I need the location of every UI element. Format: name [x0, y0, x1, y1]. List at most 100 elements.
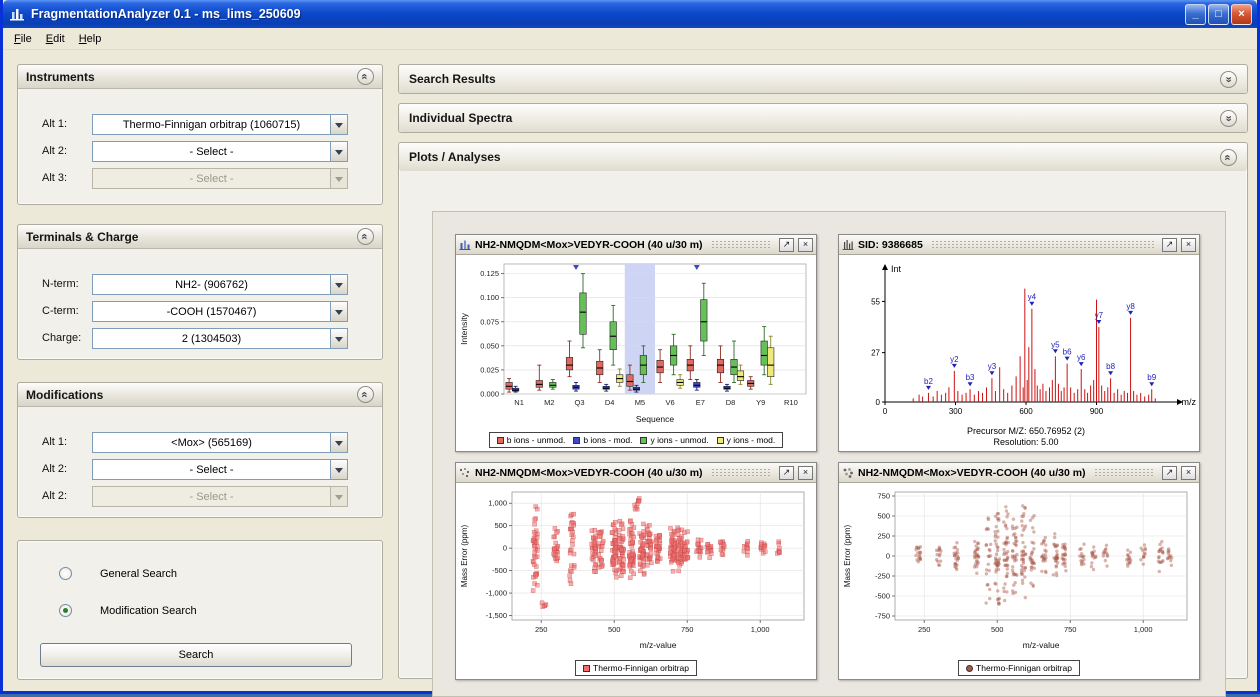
charge-combo[interactable]: 2 (1304503)	[92, 328, 348, 349]
combo-value: Thermo-Finnigan orbitrap (1060715)	[93, 119, 330, 131]
instrument-alt2-combo[interactable]: - Select -	[92, 141, 348, 162]
plots-analyses-header[interactable]: Plots / Analyses »	[399, 143, 1247, 171]
close-button[interactable]: ×	[1231, 4, 1252, 25]
expand-chevron-button[interactable]: »	[1220, 71, 1237, 88]
combo-value: <Mox> (565169)	[93, 437, 330, 449]
form-row: Alt 1: <Mox> (565169)	[18, 432, 382, 453]
boxplot-frame: NH2-NMQDM<Mox>VEDYR-COOH (40 u/30 m) ↗ ×…	[455, 234, 817, 452]
titlebar[interactable]: FragmentationAnalyzer 0.1 - ms_lims_2506…	[3, 0, 1257, 28]
modification-search-option[interactable]: Modification Search	[59, 604, 197, 617]
svg-text:b8: b8	[1106, 362, 1115, 371]
modification-alt1-combo[interactable]: <Mox> (565169)	[92, 432, 348, 453]
frame-body: Intm/z027550300600900b2y2b3y3y4y5b6y6y7b…	[839, 255, 1199, 451]
svg-text:Mass Error (ppm): Mass Error (ppm)	[843, 525, 852, 588]
close-frame-button[interactable]: ×	[798, 238, 813, 252]
combo-arrow-icon[interactable]	[330, 460, 347, 479]
combo-arrow-icon[interactable]	[330, 115, 347, 134]
combo-arrow-icon[interactable]	[330, 329, 347, 348]
panel-title: Individual Spectra	[409, 111, 512, 125]
frame-titlebar[interactable]: NH2-NMQDM<Mox>VEDYR-COOH (40 u/30 m) ↗ ×	[456, 463, 816, 483]
menu-file[interactable]: File	[7, 30, 39, 48]
frame-titlebar[interactable]: NH2-NMQDM<Mox>VEDYR-COOH (40 u/30 m) ↗ ×	[456, 235, 816, 255]
field-label: N-term:	[42, 278, 79, 290]
drag-grip[interactable]	[931, 240, 1154, 249]
field-label: C-term:	[42, 305, 79, 317]
modification-alt2-combo[interactable]: - Select -	[92, 459, 348, 480]
general-search-option[interactable]: General Search	[59, 567, 177, 580]
terminals-header: Terminals & Charge »	[18, 225, 382, 249]
collapse-chevron-button[interactable]: »	[357, 68, 374, 85]
collapse-chevron-button[interactable]: »	[357, 228, 374, 245]
svg-text:250: 250	[918, 625, 931, 634]
combo-arrow-icon[interactable]	[330, 275, 347, 294]
svg-text:750: 750	[1064, 625, 1077, 634]
chevron-down-icon: »	[1223, 76, 1234, 82]
individual-spectra-panel: Individual Spectra »	[398, 103, 1248, 133]
form-row: N-term: NH2- (906762)	[18, 274, 382, 295]
svg-text:0.025: 0.025	[480, 365, 499, 374]
svg-text:m/z-value: m/z-value	[1023, 640, 1060, 650]
close-frame-button[interactable]: ×	[1181, 238, 1196, 252]
expand-chevron-button[interactable]: »	[1220, 110, 1237, 127]
detach-frame-button[interactable]: ↗	[779, 466, 794, 480]
svg-text:b6: b6	[1063, 348, 1072, 357]
close-frame-button[interactable]: ×	[798, 466, 813, 480]
nterm-combo[interactable]: NH2- (906762)	[92, 274, 348, 295]
svg-text:D4: D4	[605, 398, 615, 407]
svg-text:-1,000: -1,000	[486, 589, 507, 598]
search-results-panel: Search Results »	[398, 64, 1248, 94]
svg-text:y6: y6	[1077, 353, 1086, 362]
svg-text:-500: -500	[875, 592, 890, 601]
cterm-combo[interactable]: -COOH (1570467)	[92, 301, 348, 322]
form-row: C-term: -COOH (1570467)	[18, 301, 382, 322]
frame-titlebar[interactable]: SID: 9386685 ↗ ×	[839, 235, 1199, 255]
panel-title: Modifications	[26, 388, 103, 402]
svg-text:-500: -500	[492, 566, 507, 575]
svg-text:0: 0	[883, 407, 888, 416]
collapse-chevron-button[interactable]: »	[1220, 149, 1237, 166]
menu-edit[interactable]: Edit	[39, 30, 72, 48]
combo-value: - Select -	[93, 173, 330, 185]
individual-spectra-header[interactable]: Individual Spectra »	[399, 104, 1247, 132]
terminals-panel: Terminals & Charge » N-term: NH2- (90676…	[17, 224, 383, 360]
chevron-up-icon: »	[1223, 154, 1234, 160]
chevron-up-icon: »	[360, 233, 371, 239]
combo-arrow-icon[interactable]	[330, 433, 347, 452]
mass-error-scatter-chart: -1,500-1,000-50005001,0002505007501,000m…	[458, 484, 814, 652]
menu-help[interactable]: Help	[72, 30, 109, 48]
search-results-header[interactable]: Search Results »	[399, 65, 1247, 93]
collapse-chevron-button[interactable]: »	[357, 386, 374, 403]
minimize-button[interactable]: _	[1185, 4, 1206, 25]
detach-frame-button[interactable]: ↗	[1162, 466, 1177, 480]
chevron-up-icon: »	[360, 391, 371, 397]
search-button[interactable]: Search	[40, 643, 352, 667]
main-content: Instruments » Alt 1: Thermo-Finnigan orb…	[3, 50, 1257, 691]
instrument-alt1-combo[interactable]: Thermo-Finnigan orbitrap (1060715)	[92, 114, 348, 135]
modification-search-radio[interactable]	[59, 604, 72, 617]
plots-inner-area: NH2-NMQDM<Mox>VEDYR-COOH (40 u/30 m) ↗ ×…	[432, 211, 1226, 697]
svg-text:y4: y4	[1028, 293, 1037, 302]
legend-swatch	[966, 665, 973, 672]
legend-swatch	[640, 437, 647, 444]
frame-titlebar[interactable]: NH2-NMQDM<Mox>VEDYR-COOH (40 u/30 m) ↗ ×	[839, 463, 1199, 483]
detach-frame-button[interactable]: ↗	[779, 238, 794, 252]
drag-grip[interactable]	[711, 240, 771, 249]
search-options-panel: General Search Modification Search Searc…	[17, 540, 383, 680]
close-frame-button[interactable]: ×	[1181, 466, 1196, 480]
maximize-button[interactable]: □	[1208, 4, 1229, 25]
detach-frame-button[interactable]: ↗	[1162, 238, 1177, 252]
menubar: File Edit Help	[3, 28, 1257, 50]
svg-text:E7: E7	[696, 398, 705, 407]
app-window: FragmentationAnalyzer 0.1 - ms_lims_2506…	[0, 0, 1260, 694]
field-label: Charge:	[42, 332, 81, 344]
frame-body: -1,500-1,000-50005001,0002505007501,000m…	[456, 483, 816, 679]
drag-grip[interactable]	[711, 468, 771, 477]
panel-title: Terminals & Charge	[26, 230, 138, 244]
combo-arrow-icon[interactable]	[330, 142, 347, 161]
drag-grip[interactable]	[1094, 468, 1154, 477]
legend-swatch	[583, 665, 590, 672]
general-search-radio[interactable]	[59, 567, 72, 580]
combo-arrow-icon[interactable]	[330, 302, 347, 321]
svg-text:M2: M2	[544, 398, 554, 407]
frame-title: NH2-NMQDM<Mox>VEDYR-COOH (40 u/30 m)	[858, 467, 1086, 479]
